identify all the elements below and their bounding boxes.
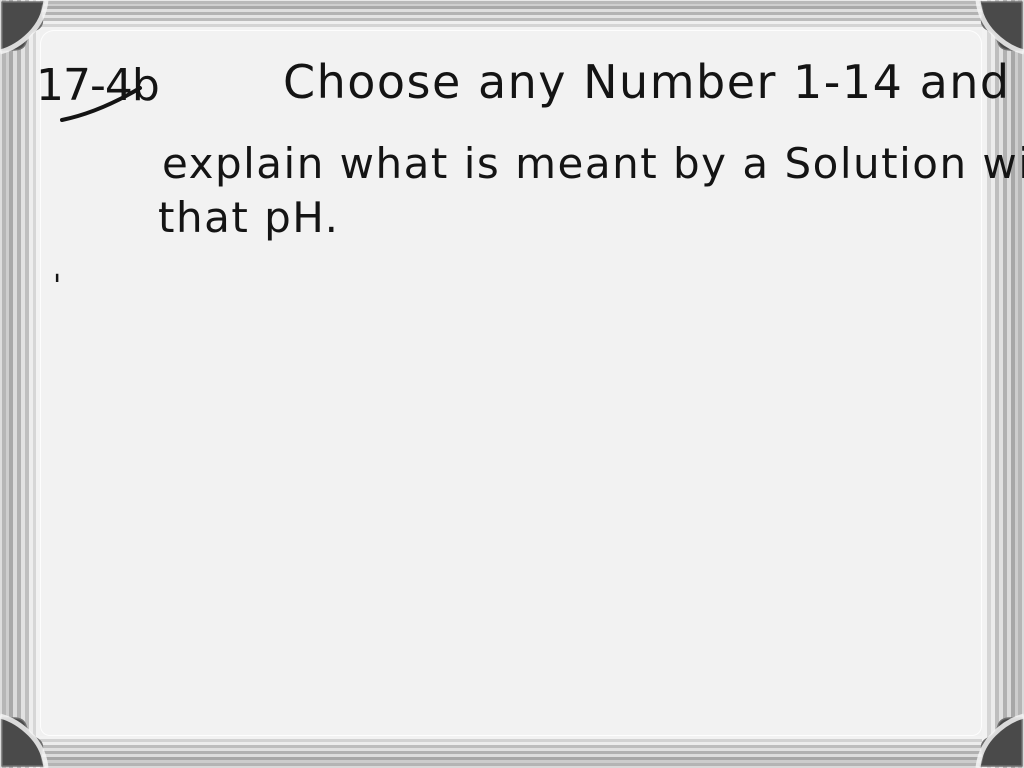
frame-top-band [0, 0, 1024, 30]
whiteboard-image: 17-4b Choose any Number 1-14 and explain… [0, 0, 1024, 768]
frame-bottom-band [0, 736, 1024, 768]
corner-clamp-top-right [966, 0, 1024, 58]
corner-clamp-bottom-left [0, 710, 58, 768]
whiteboard-writing-surface [40, 30, 982, 736]
corner-clamp-bottom-right [966, 710, 1024, 768]
frame-right-band [982, 0, 1024, 768]
corner-clamp-top-left [0, 0, 58, 58]
frame-left-band [0, 0, 40, 768]
